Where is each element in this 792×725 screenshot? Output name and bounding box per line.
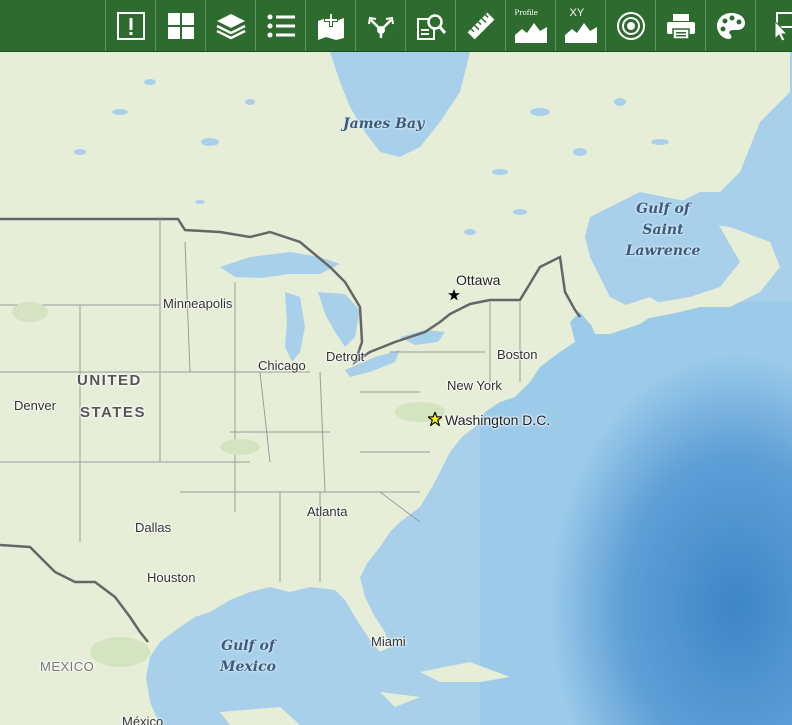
measure-icon [467, 12, 494, 40]
query-button[interactable] [405, 0, 455, 51]
styles-button[interactable] [705, 0, 755, 51]
city-label-houston[interactable]: Houston [147, 570, 195, 585]
city-label-detroit[interactable]: Detroit [326, 349, 364, 364]
gulf-st-lawrence-line-1: Gulf of [636, 201, 690, 217]
gulf-of-mexico-line-1: Gulf of [221, 638, 275, 654]
add-data-button[interactable] [305, 0, 355, 51]
share-icon [367, 16, 394, 38]
gulf-st-lawrence-line-3: Lawrence [625, 243, 701, 259]
share-button[interactable] [355, 0, 405, 51]
city-label-new-york[interactable]: New York [447, 378, 502, 393]
country-label-mexico: MEXICO [40, 659, 95, 674]
add-data-icon [317, 13, 344, 40]
alert-button[interactable] [105, 0, 155, 51]
city-label-mexico-city[interactable]: México [122, 714, 163, 725]
buffer-icon [616, 12, 645, 40]
measure-button[interactable] [455, 0, 505, 51]
select-icon [774, 12, 792, 41]
styles-palette-icon [716, 13, 745, 39]
profile-label: Profile [514, 9, 538, 17]
coordinates-button[interactable]: XY [555, 0, 605, 51]
city-label-washington[interactable]: Washington D.C. [445, 412, 550, 428]
gulf-of-mexico-line-2: Mexico [220, 659, 276, 675]
city-label-boston[interactable]: Boston [497, 347, 537, 362]
city-label-denver[interactable]: Denver [14, 398, 56, 413]
legend-icon [267, 14, 295, 38]
basemap-gallery-button[interactable] [155, 0, 205, 51]
print-icon [666, 14, 695, 40]
print-button[interactable] [655, 0, 705, 51]
water-label-gulf-of-mexico: Gulf of Mexico [212, 636, 284, 678]
coordinates-icon: XY [563, 7, 599, 43]
elevation-profile-button[interactable]: Profile [505, 0, 555, 51]
toolbar: Profile XY [0, 0, 792, 52]
elevation-profile-icon: Profile [513, 9, 549, 43]
buffer-button[interactable] [605, 0, 655, 51]
layers-button[interactable] [205, 0, 255, 51]
select-button[interactable] [755, 0, 792, 51]
water-label-gulf-st-lawrence: Gulf of Saint Lawrence [620, 199, 706, 262]
capital-star-icon[interactable] [448, 289, 460, 301]
water-label-james-bay: James Bay [343, 116, 425, 132]
city-label-minneapolis[interactable]: Minneapolis [163, 296, 232, 311]
legend-button[interactable] [255, 0, 305, 51]
country-label-usa-line-2: STATES [80, 404, 146, 421]
city-label-chicago[interactable]: Chicago [258, 358, 306, 373]
city-label-dallas[interactable]: Dallas [135, 520, 171, 535]
basemap-gallery-icon [167, 13, 194, 39]
city-label-ottawa[interactable]: Ottawa [456, 272, 500, 288]
city-label-atlanta[interactable]: Atlanta [307, 504, 347, 519]
layers-icon [215, 14, 246, 40]
gulf-st-lawrence-line-2: Saint [642, 222, 684, 238]
xy-label: XY [569, 7, 585, 19]
capital-star-icon[interactable] [428, 412, 442, 426]
alert-icon [116, 12, 145, 40]
country-label-usa-line-1: UNITED [77, 372, 142, 389]
city-label-miami[interactable]: Miami [371, 634, 406, 649]
query-icon [416, 14, 446, 40]
map-view[interactable]: James Bay Gulf of Saint Lawrence Gulf of… [0, 52, 792, 725]
